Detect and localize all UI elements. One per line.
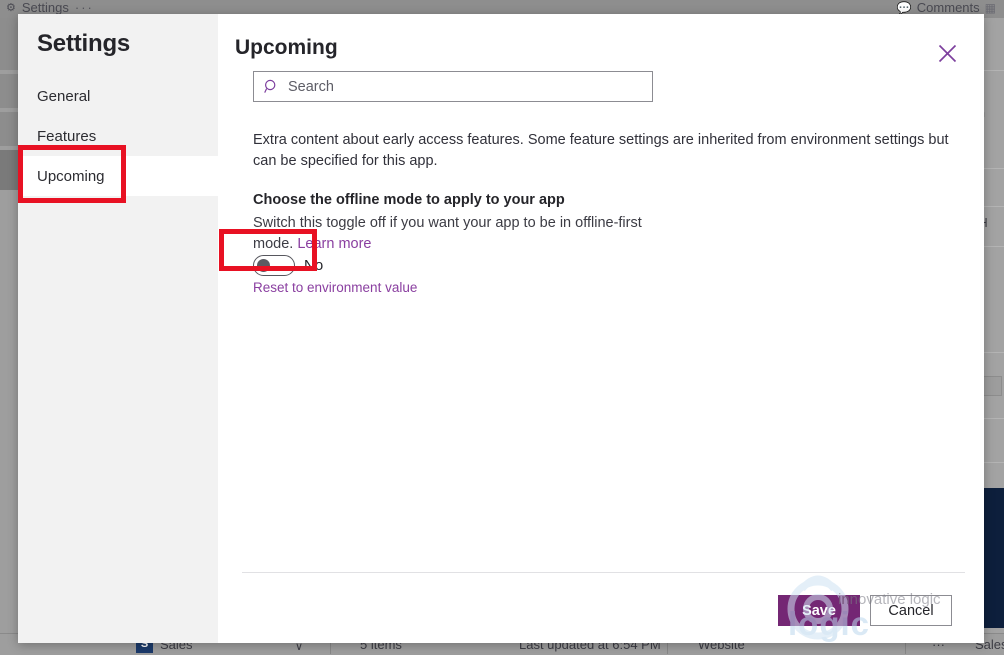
offline-mode-toggle-row: No bbox=[253, 255, 323, 276]
sidebar-title: Settings bbox=[37, 30, 130, 58]
settings-content-pane: Upcoming Extra content about early acces… bbox=[218, 14, 984, 643]
sidebar-item-general[interactable]: General bbox=[18, 76, 218, 116]
background-overflow-icon[interactable]: ··· bbox=[75, 0, 94, 15]
search-box[interactable] bbox=[253, 71, 653, 102]
section-description: Extra content about early access feature… bbox=[253, 130, 973, 172]
background-rail-cell bbox=[0, 74, 18, 108]
background-rail-cell bbox=[0, 112, 18, 146]
search-magnifier-icon bbox=[264, 79, 279, 94]
settings-modal: Settings General Features Upcoming Upcom… bbox=[18, 14, 984, 643]
background-settings-label: Settings bbox=[22, 0, 69, 15]
reset-to-environment-value-link[interactable]: Reset to environment value bbox=[253, 280, 417, 295]
sidebar-item-features[interactable]: Features bbox=[18, 116, 218, 156]
toggle-knob bbox=[257, 259, 270, 272]
comment-bubble-icon: 💬 bbox=[897, 1, 912, 15]
search-icon bbox=[254, 72, 288, 101]
sidebar-item-upcoming[interactable]: Upcoming bbox=[18, 156, 218, 196]
learn-more-link[interactable]: Learn more bbox=[297, 236, 371, 252]
background-rail-cell bbox=[0, 18, 18, 70]
sidebar-item-label: General bbox=[37, 88, 90, 105]
offline-mode-label: Choose the offline mode to apply to your… bbox=[253, 192, 565, 208]
search-input[interactable] bbox=[288, 73, 652, 100]
background-left-rail bbox=[0, 18, 18, 655]
screen-root: ⚙ Settings ··· 💬 Comments ▦ s Htionmotio… bbox=[0, 0, 1004, 655]
panel-toggle-icon[interactable]: ▦ bbox=[985, 1, 996, 15]
offline-mode-description: Switch this toggle off if you want your … bbox=[253, 213, 653, 255]
cancel-button[interactable]: Cancel bbox=[870, 595, 952, 626]
sidebar-item-label: Upcoming bbox=[37, 168, 105, 185]
page-title: Upcoming bbox=[235, 36, 338, 60]
close-x-icon bbox=[938, 44, 957, 63]
gear-icon: ⚙ bbox=[6, 1, 16, 14]
sidebar-item-label: Features bbox=[37, 128, 96, 145]
background-comments-label[interactable]: Comments bbox=[917, 0, 980, 15]
background-topbar-left-group: ⚙ Settings ··· bbox=[6, 0, 94, 15]
toggle-state-label: No bbox=[304, 257, 323, 274]
close-icon[interactable] bbox=[930, 36, 964, 70]
settings-sidebar: Settings General Features Upcoming bbox=[18, 14, 218, 643]
offline-mode-toggle[interactable] bbox=[253, 255, 295, 276]
footer-divider bbox=[242, 572, 965, 573]
save-button[interactable]: Save bbox=[778, 595, 860, 626]
background-rail-cell-selected bbox=[0, 150, 18, 190]
background-topbar-right-group: 💬 Comments ▦ bbox=[897, 0, 996, 15]
